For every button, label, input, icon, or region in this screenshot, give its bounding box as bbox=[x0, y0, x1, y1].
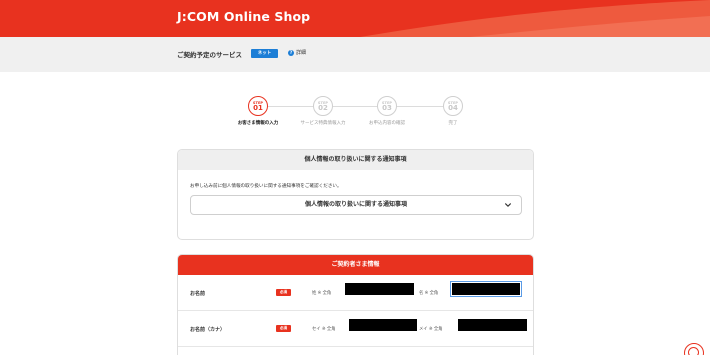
last-name-kana-hint: セイ ※ 全角 bbox=[312, 327, 336, 332]
step-2-label: サービス特典情報入力 bbox=[300, 121, 346, 126]
header-swoosh bbox=[0, 0, 710, 37]
service-detail-label: 詳細 bbox=[296, 50, 307, 56]
required-badge: 必須 bbox=[276, 325, 291, 332]
step-1-circle: STEP 01 bbox=[248, 96, 268, 116]
step-3: STEP 03 お申込内容の確認 bbox=[357, 96, 417, 126]
step-2-number: 02 bbox=[318, 103, 328, 112]
page: J:COM Online Shop ご契約予定のサービス ネット ? 詳細 ST… bbox=[0, 0, 710, 355]
privacy-notice-description: お申し込み前に個人情報の取り扱いに関する通知事項をご確認ください。 bbox=[190, 184, 342, 189]
chevron-down-icon bbox=[505, 203, 511, 207]
step-1-number: 01 bbox=[253, 103, 263, 112]
service-bar: ご契約予定のサービス ネット ? 詳細 bbox=[0, 37, 710, 72]
contractor-info-panel: ご契約者さま情報 お名前 必須 姓 ※ 全角 名 ※ 全角 お名前（カナ） 必須… bbox=[177, 254, 534, 355]
privacy-notice-dropdown[interactable]: 個人情報の取り扱いに関する通知事項 bbox=[190, 195, 522, 215]
privacy-notice-dropdown-label: 個人情報の取り扱いに関する通知事項 bbox=[304, 201, 407, 208]
service-badge: ネット bbox=[251, 49, 278, 58]
last-name-hint: 姓 ※ 全角 bbox=[312, 291, 332, 296]
info-icon: ? bbox=[288, 49, 294, 56]
service-label: ご契約予定のサービス bbox=[177, 51, 242, 59]
brand-logo[interactable]: J:COM Online Shop bbox=[177, 9, 310, 24]
step-1-label: お客さま情報の入力 bbox=[237, 121, 279, 126]
progress-stepper: STEP 01 お客さま情報の入力 STEP 02 サービス特典情報入力 STE… bbox=[0, 96, 710, 136]
step-4-circle: STEP 04 bbox=[443, 96, 463, 116]
first-name-input[interactable] bbox=[450, 281, 522, 297]
step-2-circle: STEP 02 bbox=[313, 96, 333, 116]
step-3-circle: STEP 03 bbox=[377, 96, 397, 116]
name-kana-row: お名前（カナ） 必須 セイ ※ 全角 メイ ※ 全角 bbox=[178, 311, 533, 347]
first-name-kana-hint: メイ ※ 全角 bbox=[419, 327, 443, 332]
step-4-number: 04 bbox=[448, 103, 458, 112]
site-header: J:COM Online Shop bbox=[0, 0, 710, 37]
contractor-info-title: ご契約者さま情報 bbox=[178, 255, 533, 275]
privacy-notice-panel: 個人情報の取り扱いに関する通知事項 お申し込み前に個人情報の取り扱いに関する通知… bbox=[177, 149, 534, 240]
service-detail-link[interactable]: ? 詳細 bbox=[288, 49, 306, 56]
step-2: STEP 02 サービス特典情報入力 bbox=[293, 96, 353, 126]
step-3-number: 03 bbox=[382, 103, 392, 112]
step-4: STEP 04 完了 bbox=[423, 96, 483, 126]
privacy-notice-title: 個人情報の取り扱いに関する通知事項 bbox=[178, 150, 533, 170]
last-name-input[interactable] bbox=[345, 283, 414, 295]
name-label: お名前 bbox=[190, 291, 206, 297]
help-button[interactable] bbox=[684, 343, 704, 355]
help-icon bbox=[688, 347, 699, 355]
step-4-label: 完了 bbox=[448, 121, 458, 126]
last-name-kana-input[interactable] bbox=[349, 319, 417, 331]
name-row: お名前 必須 姓 ※ 全角 名 ※ 全角 bbox=[178, 275, 533, 311]
first-name-kana-input[interactable] bbox=[458, 319, 527, 331]
step-1: STEP 01 お客さま情報の入力 bbox=[228, 96, 288, 126]
step-3-label: お申込内容の確認 bbox=[369, 121, 405, 126]
name-kana-label: お名前（カナ） bbox=[190, 327, 226, 333]
required-badge: 必須 bbox=[276, 289, 291, 296]
first-name-hint: 名 ※ 全角 bbox=[419, 291, 439, 296]
